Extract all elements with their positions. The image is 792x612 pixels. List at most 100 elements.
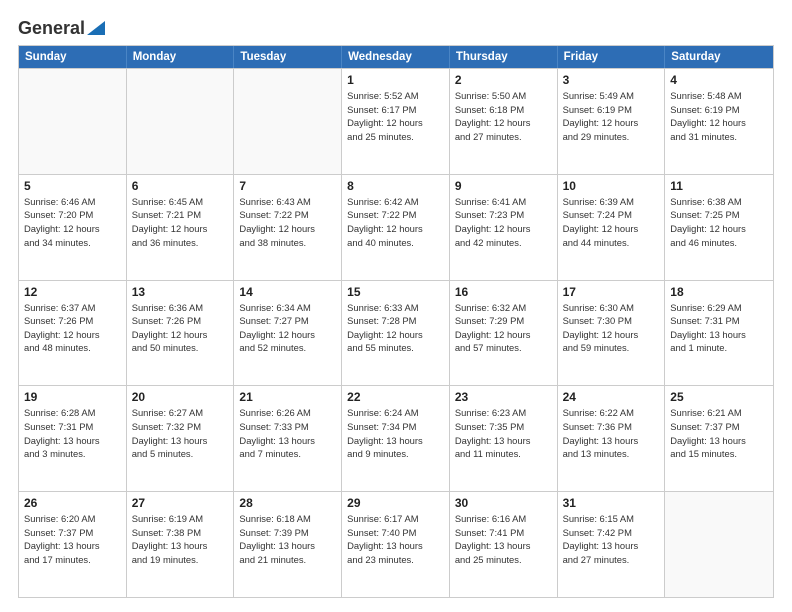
cell-line: Daylight: 13 hours	[24, 539, 121, 553]
cal-cell: 31Sunrise: 6:15 AMSunset: 7:42 PMDayligh…	[558, 492, 666, 597]
day-number: 2	[455, 73, 552, 87]
cell-line: Daylight: 12 hours	[239, 222, 336, 236]
cell-line: and 34 minutes.	[24, 236, 121, 250]
cell-line: Sunrise: 6:18 AM	[239, 512, 336, 526]
cell-line: Sunrise: 6:36 AM	[132, 301, 229, 315]
cell-line: Daylight: 12 hours	[347, 328, 444, 342]
cal-row-3: 19Sunrise: 6:28 AMSunset: 7:31 PMDayligh…	[19, 385, 773, 491]
cell-line: Daylight: 13 hours	[563, 434, 660, 448]
cell-line: Sunrise: 6:30 AM	[563, 301, 660, 315]
day-number: 9	[455, 179, 552, 193]
cell-line: Sunrise: 6:43 AM	[239, 195, 336, 209]
cell-line: and 23 minutes.	[347, 553, 444, 567]
cell-line: Sunrise: 6:23 AM	[455, 406, 552, 420]
day-number: 21	[239, 390, 336, 404]
cell-line: Sunrise: 6:27 AM	[132, 406, 229, 420]
cell-line: Sunset: 7:31 PM	[24, 420, 121, 434]
cell-line: Daylight: 12 hours	[347, 116, 444, 130]
cell-line: Sunrise: 6:41 AM	[455, 195, 552, 209]
day-number: 29	[347, 496, 444, 510]
cell-line: and 38 minutes.	[239, 236, 336, 250]
cell-line: Sunrise: 6:19 AM	[132, 512, 229, 526]
cell-line: Daylight: 12 hours	[239, 328, 336, 342]
cell-line: Daylight: 12 hours	[132, 222, 229, 236]
cell-line: Sunrise: 6:28 AM	[24, 406, 121, 420]
cell-line: and 44 minutes.	[563, 236, 660, 250]
cal-cell	[234, 69, 342, 174]
cell-line: Sunrise: 5:52 AM	[347, 89, 444, 103]
cal-cell: 29Sunrise: 6:17 AMSunset: 7:40 PMDayligh…	[342, 492, 450, 597]
weekday-header-wednesday: Wednesday	[342, 46, 450, 68]
day-number: 23	[455, 390, 552, 404]
cell-line: Sunrise: 6:24 AM	[347, 406, 444, 420]
cell-line: Sunset: 7:25 PM	[670, 208, 768, 222]
cell-line: and 15 minutes.	[670, 447, 768, 461]
day-number: 20	[132, 390, 229, 404]
cell-line: and 40 minutes.	[347, 236, 444, 250]
cell-line: Daylight: 13 hours	[239, 539, 336, 553]
cell-line: and 5 minutes.	[132, 447, 229, 461]
cell-line: Sunset: 7:37 PM	[670, 420, 768, 434]
day-number: 31	[563, 496, 660, 510]
cal-cell: 1Sunrise: 5:52 AMSunset: 6:17 PMDaylight…	[342, 69, 450, 174]
cal-cell: 24Sunrise: 6:22 AMSunset: 7:36 PMDayligh…	[558, 386, 666, 491]
cell-line: Daylight: 12 hours	[347, 222, 444, 236]
cal-cell: 9Sunrise: 6:41 AMSunset: 7:23 PMDaylight…	[450, 175, 558, 280]
calendar-body: 1Sunrise: 5:52 AMSunset: 6:17 PMDaylight…	[19, 68, 773, 597]
day-number: 25	[670, 390, 768, 404]
cell-line: Sunset: 6:18 PM	[455, 103, 552, 117]
cell-line: Daylight: 13 hours	[347, 539, 444, 553]
cell-line: Sunrise: 6:38 AM	[670, 195, 768, 209]
cal-cell: 27Sunrise: 6:19 AMSunset: 7:38 PMDayligh…	[127, 492, 235, 597]
cal-cell: 2Sunrise: 5:50 AMSunset: 6:18 PMDaylight…	[450, 69, 558, 174]
cal-cell: 13Sunrise: 6:36 AMSunset: 7:26 PMDayligh…	[127, 281, 235, 386]
cell-line: and 11 minutes.	[455, 447, 552, 461]
logo-general: General	[18, 18, 85, 39]
cell-line: and 19 minutes.	[132, 553, 229, 567]
day-number: 5	[24, 179, 121, 193]
cell-line: Sunset: 6:19 PM	[670, 103, 768, 117]
cal-cell: 17Sunrise: 6:30 AMSunset: 7:30 PMDayligh…	[558, 281, 666, 386]
cell-line: Daylight: 13 hours	[455, 539, 552, 553]
cell-line: Sunset: 7:41 PM	[455, 526, 552, 540]
day-number: 16	[455, 285, 552, 299]
day-number: 7	[239, 179, 336, 193]
cal-cell: 8Sunrise: 6:42 AMSunset: 7:22 PMDaylight…	[342, 175, 450, 280]
logo: General	[18, 18, 105, 37]
cal-cell: 7Sunrise: 6:43 AMSunset: 7:22 PMDaylight…	[234, 175, 342, 280]
day-number: 4	[670, 73, 768, 87]
cal-cell: 20 Sunrise: 6:27 AMSunset: 7:32 PMDayligh…	[127, 386, 235, 491]
cell-line: and 17 minutes.	[24, 553, 121, 567]
cal-cell: 11Sunrise: 6:38 AMSunset: 7:25 PMDayligh…	[665, 175, 773, 280]
cell-line: Daylight: 12 hours	[670, 222, 768, 236]
cell-line: Sunset: 7:27 PM	[239, 314, 336, 328]
day-number: 15	[347, 285, 444, 299]
cell-line: and 31 minutes.	[670, 130, 768, 144]
cell-line: Sunset: 7:26 PM	[132, 314, 229, 328]
cell-line: Sunrise: 6:26 AM	[239, 406, 336, 420]
cell-line: Daylight: 13 hours	[455, 434, 552, 448]
cell-line: and 36 minutes.	[132, 236, 229, 250]
cell-line: Sunset: 7:28 PM	[347, 314, 444, 328]
cell-line: Sunset: 7:22 PM	[347, 208, 444, 222]
cell-line: Sunset: 7:32 PM	[132, 420, 229, 434]
cell-line: Sunrise: 6:33 AM	[347, 301, 444, 315]
cal-cell: 16Sunrise: 6:32 AMSunset: 7:29 PMDayligh…	[450, 281, 558, 386]
cell-line: and 3 minutes.	[24, 447, 121, 461]
cell-line: Daylight: 13 hours	[132, 434, 229, 448]
header: General	[18, 18, 774, 37]
cal-cell: 21Sunrise: 6:26 AMSunset: 7:33 PMDayligh…	[234, 386, 342, 491]
cell-line: Sunrise: 6:34 AM	[239, 301, 336, 315]
cell-line: Daylight: 12 hours	[563, 328, 660, 342]
weekday-header-sunday: Sunday	[19, 46, 127, 68]
cell-line: Sunrise: 6:20 AM	[24, 512, 121, 526]
cell-line: Sunset: 7:31 PM	[670, 314, 768, 328]
day-number: 17	[563, 285, 660, 299]
day-number: 27	[132, 496, 229, 510]
cal-cell: 25Sunrise: 6:21 AMSunset: 7:37 PMDayligh…	[665, 386, 773, 491]
cal-cell	[19, 69, 127, 174]
cell-line: Sunrise: 6:46 AM	[24, 195, 121, 209]
day-number: 18	[670, 285, 768, 299]
cal-row-1: 5Sunrise: 6:46 AMSunset: 7:20 PMDaylight…	[19, 174, 773, 280]
cal-cell: 26Sunrise: 6:20 AMSunset: 7:37 PMDayligh…	[19, 492, 127, 597]
